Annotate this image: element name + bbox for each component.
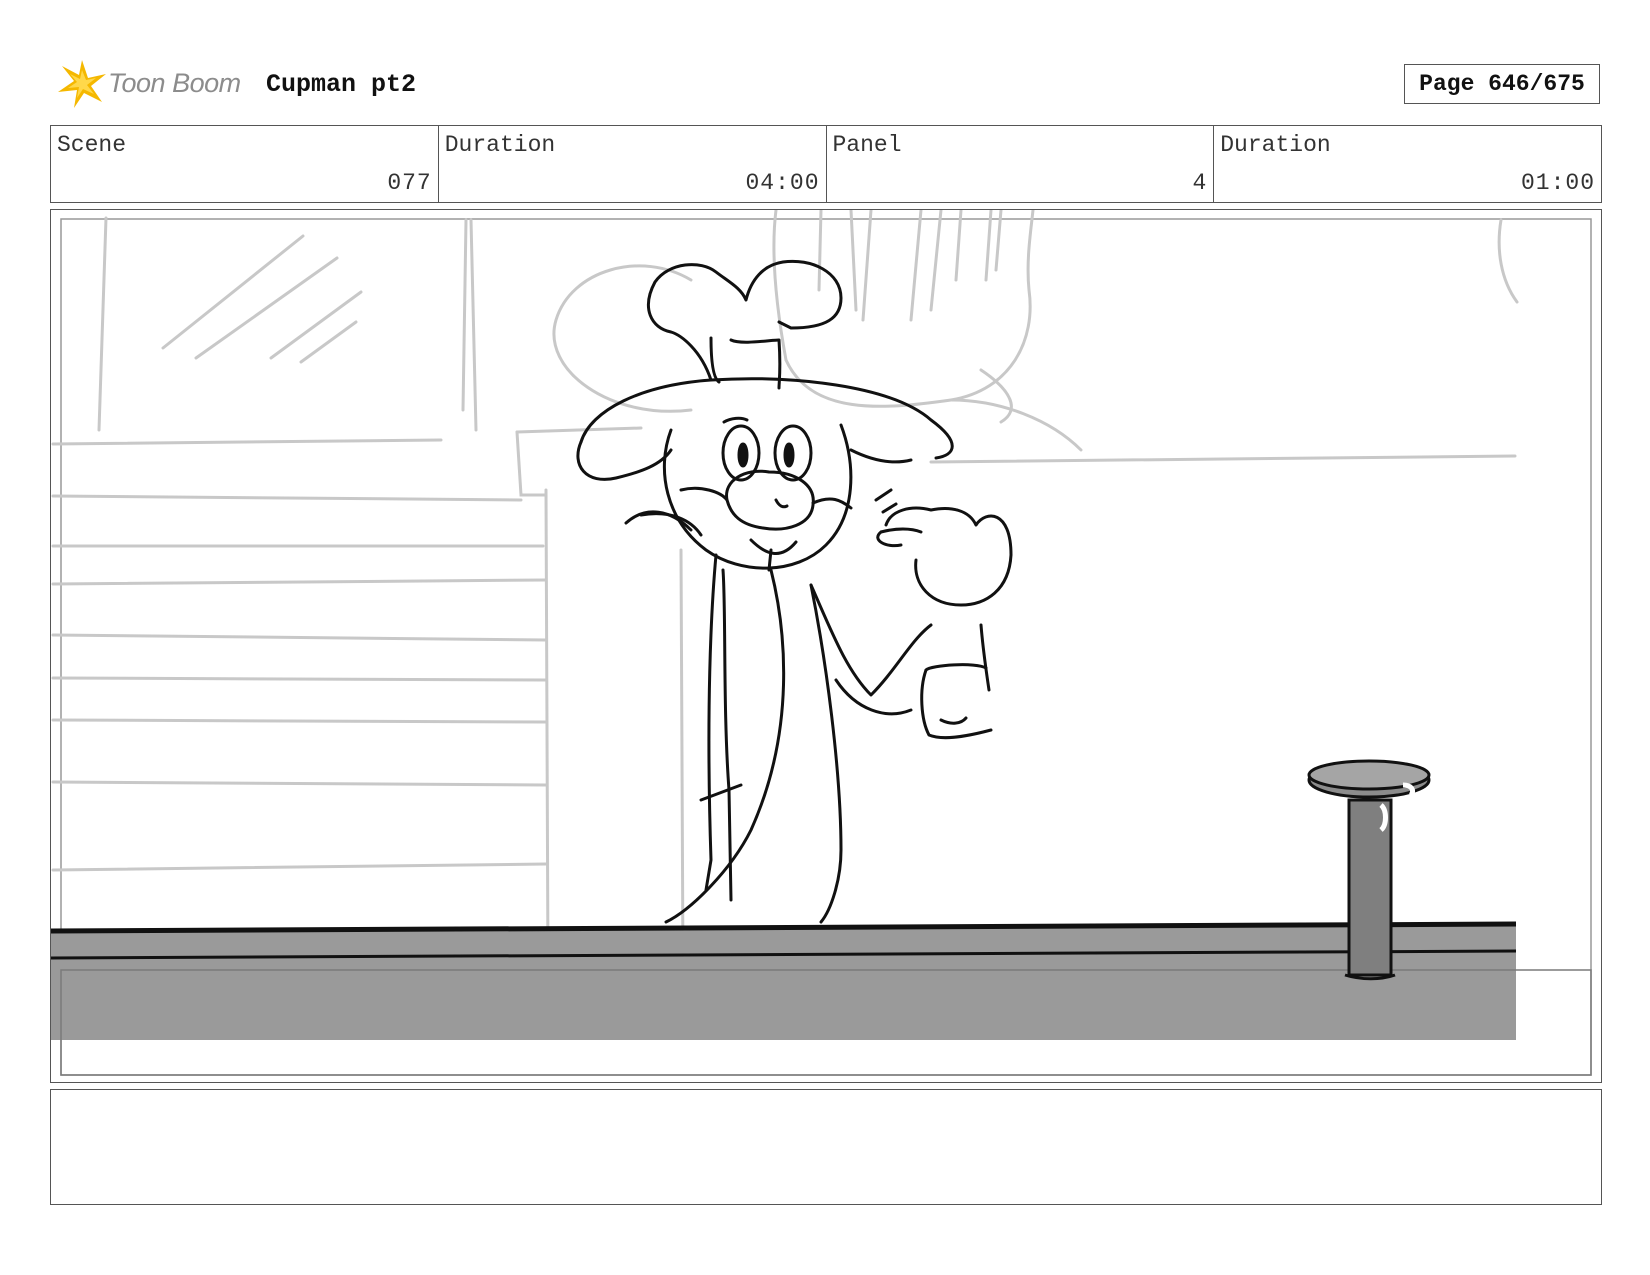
scene-duration-value: 04:00 (745, 170, 820, 196)
panel-value: 4 (1192, 170, 1208, 196)
project-title: Cupman pt2 (266, 70, 417, 99)
panel-cell: Panel 4 (827, 126, 1215, 202)
scene-cell: Scene 077 (51, 126, 439, 202)
panel-duration-label: Duration (1220, 132, 1331, 158)
panel-info-row: Scene 077 Duration 04:00 Panel 4 Duratio… (50, 125, 1602, 203)
logo-text: Toon Boom (108, 68, 241, 98)
panel-label: Panel (832, 132, 902, 158)
scene-duration-cell: Duration 04:00 (439, 126, 827, 202)
storyboard-panel (50, 209, 1602, 1083)
storyboard-sketch-image (51, 210, 1592, 1076)
panel-notes-box[interactable] (50, 1089, 1602, 1205)
panel-duration-cell: Duration 01:00 (1214, 126, 1601, 202)
scene-duration-label: Duration (444, 132, 556, 158)
scene-value: 077 (387, 170, 432, 196)
scene-label: Scene (57, 132, 127, 158)
page-indicator: Page 646/675 (1404, 64, 1600, 104)
panel-duration-value: 01:00 (1520, 170, 1595, 196)
